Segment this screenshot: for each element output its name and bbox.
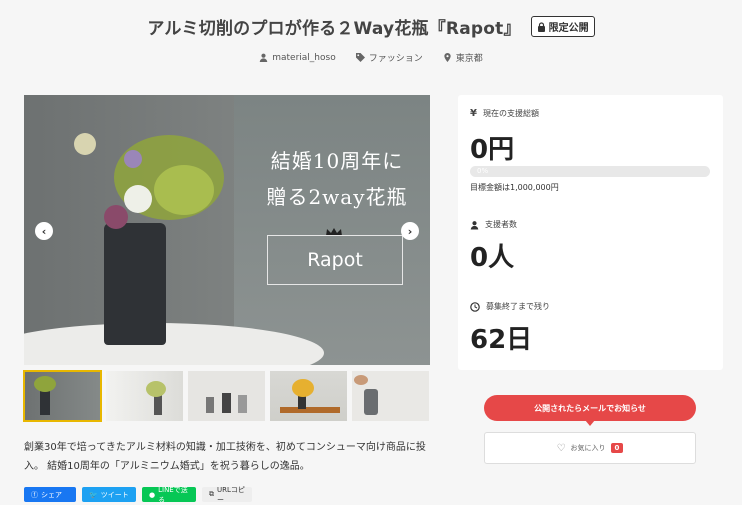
tag-icon — [355, 53, 365, 62]
twitter-share-button[interactable]: 🐦 ツイート — [82, 487, 136, 502]
backers-label-row: 支援者数 — [470, 219, 517, 230]
facebook-share-label: シェア — [41, 490, 62, 499]
thumbnail-2[interactable] — [106, 371, 183, 421]
thumb-vase — [298, 395, 306, 409]
hero-headline: 結婚10周年に 贈る2way花瓶 — [262, 143, 412, 215]
private-badge: 限定公開 — [530, 16, 595, 37]
project-description: 創業30年で培ってきたアルミ材料の知識・加工技術を、初めてコンシューマ向け商品に… — [24, 442, 426, 472]
flower-white — [124, 185, 152, 213]
facebook-share-button[interactable]: ⓕ シェア — [24, 487, 76, 502]
url-copy-button[interactable]: ⧉ URLコピー — [202, 485, 252, 504]
total-label: 現在の支援総額 — [482, 109, 539, 118]
remaining-label-row: 募集終了まで残り — [470, 301, 550, 312]
user-icon — [259, 53, 268, 62]
backers-label: 支援者数 — [485, 220, 517, 229]
line-icon: ● — [149, 490, 156, 499]
clock-icon — [470, 301, 480, 312]
line-share-label: LINEで送る — [158, 485, 188, 504]
url-copy-label: URLコピー — [217, 485, 245, 504]
total-amount: 0円 — [470, 135, 515, 165]
hero-line1: 結婚10周年に — [270, 149, 404, 173]
remaining-label: 募集終了まで残り — [486, 302, 550, 311]
total-label-row: ¥ 現在の支援総額 — [470, 108, 539, 119]
chevron-left-icon: ‹ — [41, 224, 47, 238]
thumbnail-strip — [23, 370, 430, 423]
map-pin-icon — [444, 53, 451, 62]
thumbnail-4[interactable] — [270, 371, 347, 421]
hero-image-carousel[interactable]: 結婚10周年に 贈る2way花瓶 Rapot ‹ › — [24, 95, 430, 365]
flower-greenery — [154, 165, 214, 215]
favorite-button[interactable]: ♡ お気に入り 0 — [484, 432, 696, 464]
share-buttons: ⓕ シェア 🐦 ツイート ● LINEで送る ⧉ URLコピー — [24, 485, 252, 504]
hero-logo: Rapot — [267, 235, 403, 285]
favorite-label: お気に入り — [570, 444, 606, 452]
remaining-days: 62日 — [470, 325, 533, 355]
funding-progress-bar: 0% — [470, 166, 710, 177]
funding-stats-card: ¥ 現在の支援総額 0円 0% 目標金額は1,000,000円 支援者数 0人 … — [458, 95, 723, 370]
location-name: 東京都 — [455, 54, 483, 64]
yen-icon: ¥ — [470, 108, 477, 119]
thumbnail-5[interactable] — [352, 371, 429, 421]
backers-count: 0人 — [470, 243, 515, 273]
thumb-table — [280, 407, 340, 413]
goal-amount: 目標金額は1,000,000円 — [470, 183, 559, 192]
favorite-count: 0 — [610, 443, 624, 453]
page-title: アルミ切削のプロが作る２Way花瓶『Rapot』 — [147, 19, 521, 39]
thumb-vase — [238, 395, 247, 413]
title-row: アルミ切削のプロが作る２Way花瓶『Rapot』 限定公開 — [0, 14, 742, 39]
meta-location[interactable]: 東京都 — [443, 51, 483, 64]
thumb-vase — [154, 395, 162, 415]
thumb-flowers — [292, 379, 314, 397]
meta-category[interactable]: ファッション — [355, 51, 423, 64]
thumb-vase — [222, 393, 231, 413]
flower-pink — [104, 205, 128, 229]
heart-icon: ♡ — [556, 442, 566, 454]
flower-cream — [74, 133, 96, 155]
notify-label: 公開されたらメールでお知らせ — [534, 403, 646, 413]
hero-vase — [104, 223, 166, 345]
thumb-flowers — [146, 381, 166, 397]
carousel-prev-button[interactable]: ‹ — [35, 222, 53, 240]
lock-icon — [537, 21, 545, 32]
thumb-vase — [364, 389, 378, 415]
thumbnail-1[interactable] — [23, 370, 102, 422]
thumb-flowers — [34, 376, 56, 392]
copy-icon: ⧉ — [209, 490, 214, 498]
author-name: material_hoso — [272, 52, 336, 63]
badge-label: 限定公開 — [548, 23, 589, 34]
thumbnail-3[interactable] — [188, 371, 265, 421]
hero-line2: 贈る2way花瓶 — [266, 185, 408, 209]
progress-percent: 0% — [477, 167, 489, 175]
twitter-icon: 🐦 — [89, 490, 98, 499]
project-meta: material_hoso ファッション 東京都 — [0, 51, 742, 64]
flower-purple — [124, 150, 142, 168]
twitter-share-label: ツイート — [100, 490, 129, 499]
category-name: ファッション — [368, 54, 423, 64]
notify-on-publish-button[interactable]: 公開されたらメールでお知らせ — [484, 395, 696, 426]
line-share-button[interactable]: ● LINEで送る — [142, 485, 196, 504]
thumb-hand — [354, 375, 368, 385]
logo-text: Rapot — [307, 249, 363, 271]
thumb-vase — [206, 397, 214, 413]
carousel-next-button[interactable]: › — [401, 222, 419, 240]
user-icon — [470, 220, 479, 229]
chevron-right-icon: › — [407, 224, 413, 238]
facebook-icon: ⓕ — [31, 490, 38, 499]
meta-author[interactable]: material_hoso — [259, 51, 336, 64]
